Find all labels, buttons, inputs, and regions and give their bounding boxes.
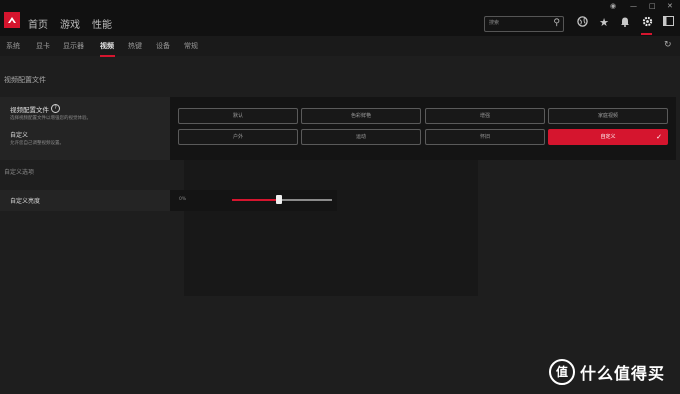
video-preview-background (184, 148, 478, 296)
search-icon[interactable]: ⚲ (553, 18, 560, 28)
tab-hotkeys[interactable]: 热键 (128, 41, 142, 51)
globe-icon[interactable] (575, 16, 589, 31)
tab-devices[interactable]: 设备 (156, 41, 170, 51)
brightness-slider-fill (232, 199, 279, 201)
profile-custom-button[interactable]: 自定义 ✓ (548, 129, 668, 145)
tab-display[interactable]: 显示器 (63, 41, 84, 51)
profile-vivid-button[interactable]: 色彩鲜艳 (301, 108, 421, 124)
help-window-icon[interactable]: ◉ (610, 2, 616, 10)
profile-home-video-button[interactable]: 家庭视频 (548, 108, 668, 124)
search-placeholder: 搜索 (489, 20, 500, 26)
search-input[interactable]: 搜索 ⚲ (484, 16, 564, 32)
reset-icon[interactable]: ↻ (664, 40, 672, 50)
profile-default-button[interactable]: 默认 (178, 108, 298, 124)
profile-retro-button[interactable]: 怀旧 (425, 129, 545, 145)
nav-home[interactable]: 首页 (28, 16, 48, 31)
brightness-slider-thumb[interactable] (276, 195, 282, 204)
current-profile-name: 自定义 (10, 132, 29, 139)
profile-panel-description: 选择视频配置文件以增强您的视觉体验。 (10, 116, 91, 121)
close-icon[interactable]: ✕ (667, 2, 673, 10)
sidebar-toggle-icon[interactable] (661, 16, 675, 30)
brightness-label: 自定义亮度 (10, 198, 41, 205)
minimize-icon[interactable]: — (630, 2, 637, 10)
tab-video[interactable]: 视频 (100, 41, 114, 51)
help-icon[interactable]: ? (51, 104, 60, 113)
star-icon[interactable]: ★ (597, 16, 611, 30)
section-title-custom: 自定义选项 (4, 169, 35, 176)
profile-outdoor-button[interactable]: 户外 (178, 129, 298, 145)
profile-sports-button[interactable]: 运动 (301, 129, 421, 145)
watermark-text: 什么值得买 (580, 364, 666, 383)
profile-panel-title: 视频配置文件 (10, 106, 49, 114)
profile-enhanced-button[interactable]: 增强 (425, 108, 545, 124)
amd-logo (4, 12, 20, 28)
watermark-logo: 值 (549, 359, 575, 385)
maximize-icon[interactable]: □ (649, 2, 656, 10)
bell-icon[interactable] (618, 16, 632, 31)
profile-custom-label: 自定义 (600, 134, 616, 140)
section-title-profile: 视频配置文件 (4, 76, 46, 84)
gear-icon[interactable] (640, 16, 654, 31)
tab-graphics[interactable]: 显卡 (36, 41, 50, 51)
brightness-value: 0% (179, 197, 187, 202)
tab-system[interactable]: 系统 (6, 41, 20, 51)
tab-active-indicator (100, 55, 115, 57)
nav-games[interactable]: 游戏 (60, 16, 80, 31)
nav-performance[interactable]: 性能 (92, 16, 112, 31)
current-profile-description: 允许您自己调整视频设置。 (10, 141, 64, 146)
tab-general[interactable]: 常规 (184, 41, 198, 51)
check-icon: ✓ (656, 133, 662, 141)
settings-active-indicator (641, 33, 652, 35)
